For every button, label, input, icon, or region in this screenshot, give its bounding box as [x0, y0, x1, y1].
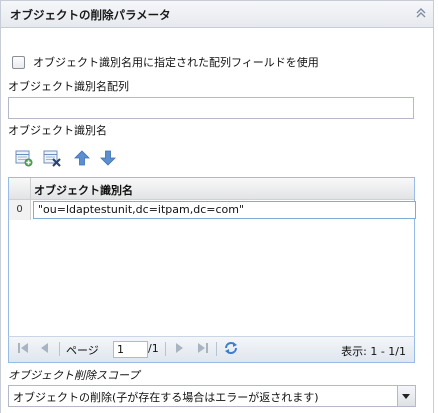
- grid-header: オブジェクト識別名: [9, 178, 414, 200]
- page-label: ページ: [66, 344, 99, 357]
- prev-page-icon[interactable]: [39, 342, 51, 357]
- scope-select[interactable]: オブジェクトの削除(子が存在する場合はエラーが返されます): [8, 385, 416, 407]
- separator: [165, 342, 166, 356]
- separator: [216, 342, 217, 356]
- delete-row-icon: [43, 150, 61, 167]
- first-page-icon[interactable]: [17, 342, 29, 357]
- panel-title: オブジェクトの削除パラメータ: [10, 8, 171, 22]
- panel-header: オブジェクトの削除パラメータ: [0, 0, 434, 28]
- chevron-down-icon[interactable]: [397, 386, 415, 406]
- add-row-button[interactable]: [14, 148, 34, 168]
- page-number-input[interactable]: 1: [113, 341, 148, 358]
- move-down-button[interactable]: [98, 148, 118, 168]
- dn-cell-editor[interactable]: "ou=ldaptestunit,dc=itpam,dc=com": [33, 201, 416, 219]
- total-pages: /1: [148, 342, 159, 355]
- double-chevron-up-icon[interactable]: [415, 7, 427, 19]
- scope-selected-value: オブジェクトの削除(子が存在する場合はエラーが返されます): [13, 391, 319, 404]
- array-field-label: オブジェクト識別名配列: [8, 80, 129, 93]
- delete-row-button[interactable]: [42, 148, 62, 168]
- arrow-up-icon: [74, 150, 90, 166]
- use-array-field-checkbox[interactable]: [12, 56, 25, 69]
- add-row-icon: [15, 150, 33, 167]
- paging-toolbar: ページ 1 /1 表示: 1 - 1/1: [8, 336, 415, 363]
- row-number-header: [9, 178, 31, 199]
- dn-grid: オブジェクト識別名 0 "ou=ldaptestunit,dc=itpam,dc…: [8, 177, 416, 338]
- table-row[interactable]: 0 "ou=ldaptestunit,dc=itpam,dc=com": [9, 200, 416, 220]
- next-page-icon[interactable]: [173, 342, 185, 357]
- dn-section-label: オブジェクト識別名: [8, 124, 107, 137]
- row-number: 0: [9, 200, 31, 220]
- dn-column-header[interactable]: オブジェクト識別名: [34, 182, 133, 198]
- separator: [59, 342, 60, 356]
- last-page-icon[interactable]: [197, 342, 209, 357]
- move-up-button[interactable]: [72, 148, 92, 168]
- array-field-input[interactable]: [8, 97, 414, 119]
- use-array-field-label: オブジェクト識別名用に指定された配列フィールドを使用: [33, 56, 319, 69]
- scope-label: オブジェクト削除スコープ: [8, 369, 140, 382]
- refresh-icon[interactable]: [223, 340, 239, 359]
- arrow-down-icon: [100, 150, 116, 166]
- display-info: 表示: 1 - 1/1: [341, 345, 406, 358]
